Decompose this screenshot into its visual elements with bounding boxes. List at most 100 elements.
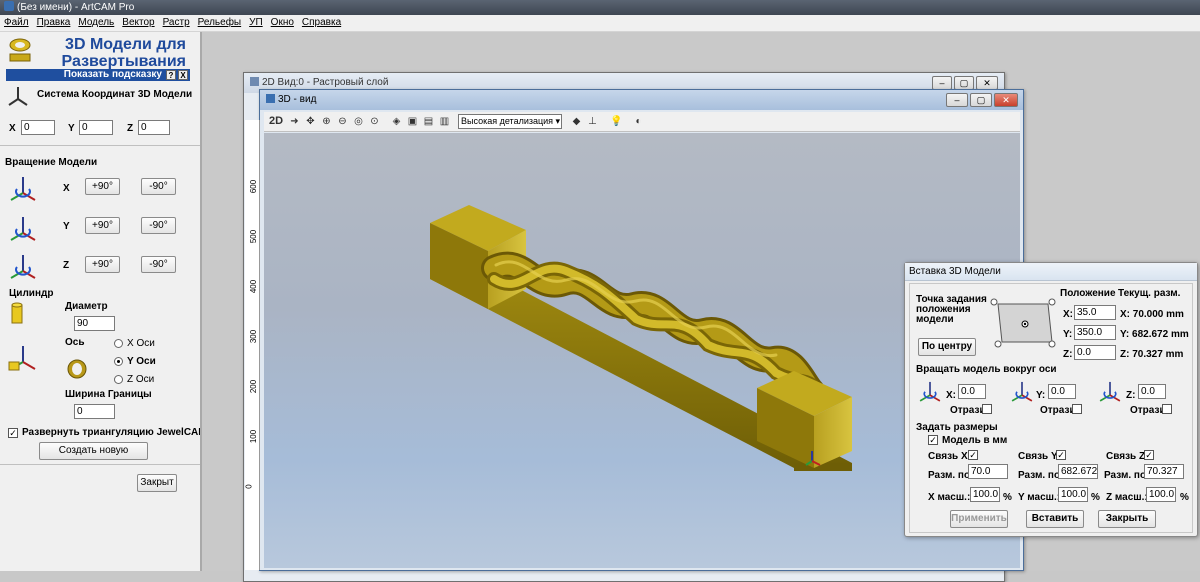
create-new-button[interactable]: Создать новую [39, 442, 148, 460]
side-view-icon[interactable]: ▤ [422, 115, 435, 128]
scale-y-input[interactable]: 100.0 [1058, 487, 1088, 502]
axis-orientation-icon [8, 346, 36, 371]
rot-y-label: Y: [1036, 390, 1046, 401]
pos-x-input[interactable]: 35.0 [1074, 305, 1116, 320]
size-z-label: Разм. по [1104, 470, 1147, 481]
ring-icon [67, 359, 87, 379]
3d-maximize-button[interactable]: ▢ [970, 93, 992, 107]
top-view-icon[interactable]: ▥ [438, 115, 451, 128]
iso-view-icon[interactable]: ◈ [390, 115, 403, 128]
link-x-checkbox[interactable]: ✓ [968, 450, 978, 460]
menu-file[interactable]: Файл [0, 15, 33, 28]
insert-3d-model-dialog: Вставка 3D Модели Точка задания положени… [904, 262, 1198, 537]
render-icon[interactable]: ◐ [632, 115, 645, 128]
center-button[interactable]: По центру [918, 338, 976, 356]
menu-help[interactable]: Справка [298, 15, 345, 28]
zoom-box-icon[interactable]: ◎ [352, 115, 365, 128]
rot-y-input[interactable]: 0.0 [1048, 384, 1076, 399]
anchor-label-3: модели [916, 314, 954, 325]
axis-label: Ось [65, 337, 85, 348]
scale-z-input[interactable]: 100.0 [1146, 487, 1176, 502]
border-width-label: Ширина Границы [65, 389, 152, 400]
z-axis-option[interactable]: Z Оси [127, 374, 154, 385]
mirror-x-checkbox[interactable] [982, 404, 992, 414]
diameter-input[interactable]: 90 [74, 316, 115, 331]
z-axis-radio[interactable] [114, 375, 123, 384]
rotate-z-minus90-button[interactable]: -90° [141, 256, 176, 273]
border-width-input[interactable]: 0 [74, 404, 115, 419]
scale-x-input[interactable]: 100.0 [970, 487, 1000, 502]
mirror-x-label: Отрази [950, 405, 986, 416]
3d-close-button[interactable]: ✕ [994, 93, 1018, 107]
artcam-app-icon [4, 1, 14, 11]
apply-button[interactable]: Применить [950, 510, 1008, 528]
y-coord-label: Y [68, 123, 75, 134]
close-dialog-button[interactable]: Закрыть [1098, 510, 1156, 528]
axis-display-icon[interactable]: ⊥ [586, 115, 599, 128]
mirror-y-checkbox[interactable] [1072, 404, 1082, 414]
2d-toggle-button[interactable]: 2D [268, 115, 284, 128]
link-z-checkbox[interactable]: ✓ [1144, 450, 1154, 460]
rot-x-input[interactable]: 0.0 [958, 384, 986, 399]
rotate-x-minus90-button[interactable]: -90° [141, 178, 176, 195]
x-coord-input[interactable]: 0 [21, 120, 55, 135]
close-panel-button[interactable]: Закрыт [137, 474, 177, 492]
menu-edit[interactable]: Правка [33, 15, 75, 28]
scale-x-percent: % [1003, 492, 1012, 503]
x-coord-label: X [9, 123, 16, 134]
divider [0, 145, 200, 146]
2d-minimize-button[interactable]: – [932, 76, 952, 90]
pos-x-label: X: [1063, 309, 1073, 320]
y-axis-option[interactable]: Y Оси [127, 356, 156, 367]
rot-z-input[interactable]: 0.0 [1138, 384, 1166, 399]
rotate-y-plus90-button[interactable]: +90° [85, 217, 120, 234]
size-y-input[interactable]: 682.672 [1058, 464, 1098, 479]
shading-icon[interactable]: ◆ [570, 115, 583, 128]
menu-bitmap[interactable]: Растр [159, 15, 194, 28]
current-size-x: X: 70.000 mm [1120, 309, 1184, 320]
show-hint-label[interactable]: Показать подсказку [64, 69, 162, 80]
y-axis-radio[interactable] [114, 357, 123, 366]
3d-minimize-button[interactable]: – [946, 93, 968, 107]
pos-y-input[interactable]: 350.0 [1074, 325, 1116, 340]
jewelcad-checkbox[interactable]: ✓ [8, 428, 18, 438]
light-bulb-icon[interactable]: 💡 [610, 115, 623, 128]
arrow-icon[interactable]: ➜ [288, 115, 301, 128]
model-mm-checkbox[interactable]: ✓ [928, 435, 938, 445]
menu-vector[interactable]: Вектор [118, 15, 158, 28]
menu-window[interactable]: Окно [267, 15, 298, 28]
pos-z-input[interactable]: 0.0 [1074, 345, 1116, 360]
menu-model[interactable]: Модель [74, 15, 118, 28]
zoom-fit-icon[interactable]: ⊙ [368, 115, 381, 128]
y-coord-input[interactable]: 0 [79, 120, 113, 135]
2d-maximize-button[interactable]: ▢ [954, 76, 974, 90]
zoom-in-icon[interactable]: ⊕ [320, 115, 333, 128]
2d-close-button[interactable]: ✕ [976, 76, 998, 90]
rotate-z-plus90-button[interactable]: +90° [85, 256, 120, 273]
unwrap-models-panel: 3D Модели для Развертывания Показать под… [0, 32, 202, 571]
x-axis-option[interactable]: X Оси [127, 338, 155, 349]
show-hint-bar[interactable]: Показать подсказку ? X [6, 69, 190, 81]
help-button[interactable]: ? [166, 70, 176, 80]
size-x-input[interactable]: 70.0 [968, 464, 1008, 479]
pan-icon[interactable]: ✥ [304, 115, 317, 128]
insert-dialog-body: Точка задания положения модели Положение… [909, 283, 1193, 533]
zoom-out-icon[interactable]: ⊖ [336, 115, 349, 128]
rotate-z-axis-icon [10, 255, 36, 279]
rotate-y-minus90-button[interactable]: -90° [141, 217, 176, 234]
link-y-checkbox[interactable]: ✓ [1056, 450, 1066, 460]
mirror-z-checkbox[interactable] [1162, 404, 1172, 414]
base-edge [794, 463, 852, 471]
front-view-icon[interactable]: ▣ [406, 115, 419, 128]
3d-view-icon [266, 94, 275, 103]
close-hint-button[interactable]: X [178, 70, 188, 80]
menu-reliefs[interactable]: Рельефы [194, 15, 245, 28]
z-coord-input[interactable]: 0 [138, 120, 170, 135]
insert-button[interactable]: Вставить [1026, 510, 1084, 528]
x-axis-radio[interactable] [114, 339, 123, 348]
detail-level-select[interactable]: Высокая детализация ▾ [458, 114, 562, 129]
size-z-input[interactable]: 70.327 [1144, 464, 1184, 479]
menu-toolpaths[interactable]: УП [245, 15, 267, 28]
anchor-point-selector[interactable] [990, 298, 1056, 348]
rotate-x-plus90-button[interactable]: +90° [85, 178, 120, 195]
